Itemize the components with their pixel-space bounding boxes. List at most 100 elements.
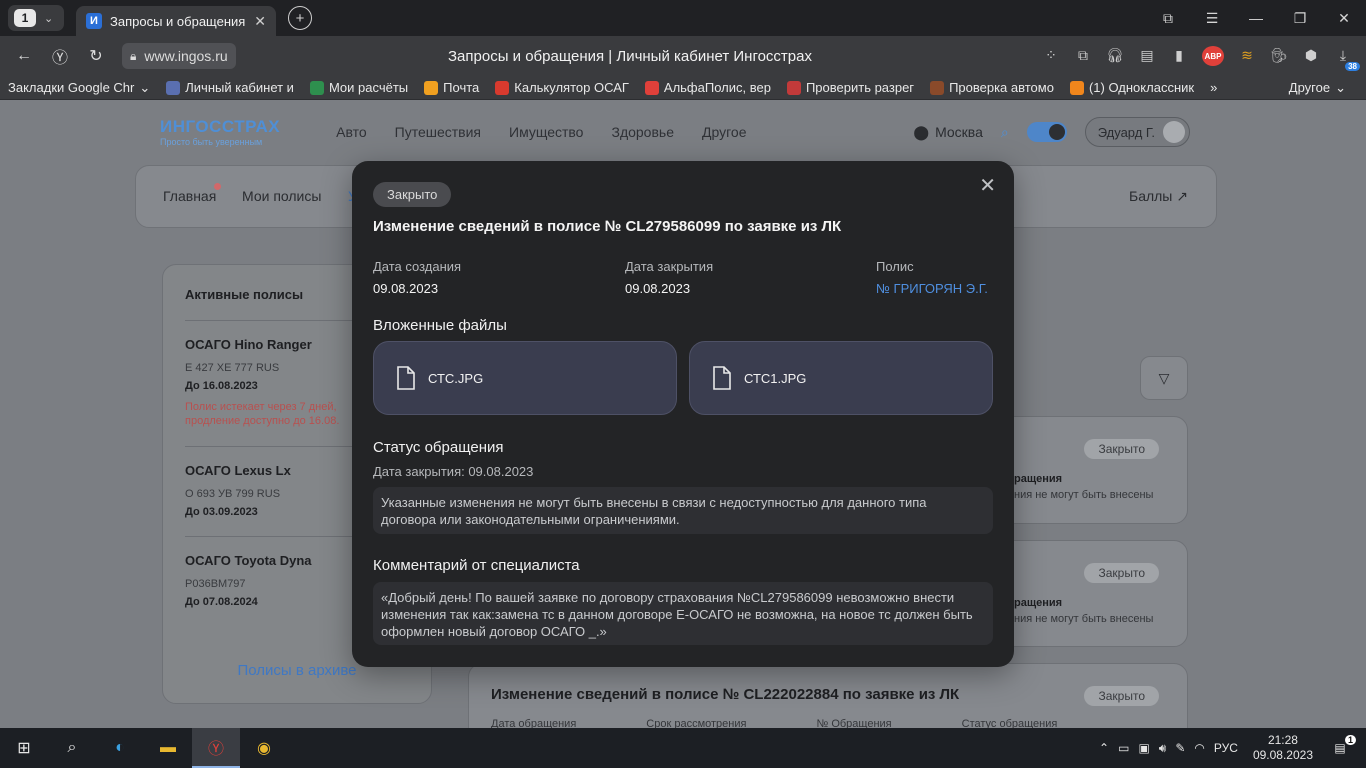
volume-icon[interactable]: 🔊︎ [1159, 741, 1167, 756]
nav-other[interactable]: Другое [702, 124, 746, 140]
yandex-icon[interactable]: Ⓨ [42, 44, 78, 68]
bookmark-favicon-icon [644, 80, 659, 95]
downloads-badge: 38 [1345, 62, 1360, 71]
bookmark-label: Почта [443, 80, 480, 95]
reader-icon[interactable]: ▤ [1138, 47, 1156, 65]
close-tab-icon[interactable]: ✕ [254, 13, 266, 30]
bookmarks-other-label: Другое [1288, 80, 1331, 95]
tab-counter-button[interactable]: 1 ⌄ [8, 5, 64, 31]
clock-time: 21:28 [1267, 733, 1298, 747]
clock[interactable]: 21:28 09.08.2023 [1253, 733, 1313, 763]
attachment-file[interactable]: СТС.JPG [373, 341, 677, 415]
bookmark-item[interactable]: (1) Одноклассник [1062, 80, 1202, 95]
request-card[interactable]: Закрыто Изменение сведений в полисе № CL… [468, 663, 1188, 728]
notification-dot [214, 183, 221, 190]
file-explorer-icon[interactable]: ▬ [144, 728, 192, 768]
header-right: ⬤ Москва ⌕ Эдуард Г. [913, 117, 1190, 147]
camera-icon[interactable]: ▣ [1138, 741, 1149, 755]
close-icon[interactable]: ✕ [979, 176, 996, 196]
bookmark-item[interactable]: АльфаПолис, вер [637, 80, 779, 95]
status-badge: Закрыто [373, 182, 452, 207]
bookmark-item[interactable]: Калькулятор ОСАГ [487, 80, 637, 95]
minimize-icon[interactable]: — [1234, 10, 1278, 26]
nav-auto[interactable]: Авто [336, 124, 367, 140]
file-icon [397, 366, 415, 390]
notifications-badge: 1 [1344, 735, 1356, 745]
headphones-icon[interactable]: 🎧︎ [1106, 47, 1124, 65]
apps-icon[interactable]: ⁘ [1042, 47, 1060, 65]
attachment-file[interactable]: СТС1.JPG [689, 341, 993, 415]
page-title-display: Запросы и обращения | Личный кабинет Инг… [448, 47, 812, 65]
policy-block: Полис № ГРИГОРЯН Э.Г. [876, 259, 988, 296]
closed-block: Дата закрытия 09.08.2023 [625, 259, 713, 296]
close-window-icon[interactable]: ✕ [1322, 10, 1366, 27]
pen-icon[interactable]: ✎ [1175, 741, 1185, 755]
back-arrow-icon[interactable]: ← [6, 47, 42, 65]
window-controls: ⧉ ☰ — ❐ ✕ [1146, 10, 1366, 27]
city-selector[interactable]: ⬤ Москва [913, 124, 982, 141]
audio-wave-icon[interactable]: ≋ [1238, 47, 1256, 65]
windows-start-icon[interactable]: ⊞ [0, 728, 48, 768]
collections-icon[interactable]: ⧉ [1146, 10, 1190, 27]
nav-property[interactable]: Имущество [509, 124, 583, 140]
ingos-logo[interactable]: ИНГОССТРАХ Просто быть уверенным [160, 117, 280, 147]
spy-extension-icon[interactable]: 🕵︎ [1270, 47, 1288, 65]
bookmarks-overflow-button[interactable]: » [1202, 80, 1225, 95]
windows-taskbar: ⊞ ⌕ ◐ ▬ Ⓨ ◉ ⌃ ▭ ▣ 🔊︎ ✎ ◠ РУС 21:28 09.08… [0, 728, 1366, 768]
bookmark-item[interactable]: Проверка автомо [922, 80, 1062, 95]
bookmark-item[interactable]: Закладки Google Chr ⌄ [0, 80, 158, 96]
site-nav: Авто Путешествия Имущество Здоровье Друг… [336, 124, 746, 140]
logo-text: ИНГОССТРАХ [160, 117, 281, 136]
avatar [1163, 121, 1185, 143]
notifications-icon[interactable]: ▤ 1 [1322, 735, 1358, 755]
subnav-points[interactable]: Баллы ↗ [1129, 188, 1188, 205]
language-indicator[interactable]: РУС [1214, 741, 1238, 755]
chrome-icon[interactable]: ◉ [240, 728, 288, 768]
battery-icon[interactable]: ▭ [1118, 741, 1129, 755]
search-icon[interactable]: ⌕ [48, 728, 96, 768]
city-name: Москва [935, 124, 983, 140]
url-field[interactable]: 🔒︎ www.ingos.ru [122, 43, 236, 69]
created-block: Дата создания 09.08.2023 [373, 259, 461, 296]
edge-browser-icon[interactable]: ◐ [96, 728, 144, 768]
browser-tab[interactable]: И Запросы и обращения ✕ [76, 6, 276, 36]
wifi-icon[interactable]: ◠ [1194, 741, 1204, 755]
bookmark-favicon-icon [786, 80, 801, 95]
user-menu-button[interactable]: Эдуард Г. [1084, 117, 1190, 147]
bookmark-item[interactable]: Личный кабинет и [158, 80, 302, 95]
chevron-down-icon: ⌄ [44, 12, 54, 25]
theme-toggle[interactable] [1026, 122, 1067, 142]
policy-link[interactable]: № ГРИГОРЯН Э.Г. [876, 281, 988, 296]
bookmark-icon[interactable]: ▮ [1170, 47, 1188, 65]
chevron-down-icon: ⌄ [139, 79, 151, 95]
bookmarks-other-folder[interactable]: Другое ⌄ [1281, 80, 1366, 96]
bookmark-item[interactable]: Проверить разрег [779, 80, 922, 95]
external-link-icon: ↗ [1176, 188, 1188, 204]
downloads-icon[interactable]: ⤓ 38 [1334, 47, 1360, 71]
request-snippet-label: ращения [1014, 597, 1063, 609]
subnav-policies[interactable]: Мои полисы [242, 188, 321, 204]
nav-travel[interactable]: Путешествия [395, 124, 481, 140]
clock-date: 09.08.2023 [1252, 748, 1313, 762]
bookmarks-bar: Закладки Google Chr ⌄ Личный кабинет и Мои … [0, 76, 1366, 100]
filter-button[interactable]: ▽ [1140, 356, 1188, 400]
nav-health[interactable]: Здоровье [611, 124, 674, 140]
menu-icon[interactable]: ☰ [1190, 10, 1234, 27]
search-icon[interactable]: ⌕ [1001, 124, 1009, 141]
bookmark-label: Мои расчёты [328, 80, 409, 95]
site-header: ИНГОССТРАХ Просто быть уверенным Авто Пу… [160, 100, 1190, 164]
yandex-browser-icon[interactable]: Ⓨ [192, 728, 240, 768]
tabs-icon[interactable]: ⧉ [1074, 47, 1092, 65]
status-badge: Закрыто [1084, 686, 1159, 706]
bookmark-item[interactable]: Почта [416, 80, 487, 95]
new-tab-button[interactable]: + [288, 6, 312, 30]
subnav-home[interactable]: Главная [163, 188, 216, 204]
chevron-up-icon[interactable]: ⌃ [1099, 741, 1109, 755]
bookmark-item[interactable]: Мои расчёты [302, 80, 416, 95]
shield-extension-icon[interactable]: ⬢ [1302, 47, 1320, 65]
bookmark-label: Проверка автомо [949, 80, 1054, 95]
adblock-icon[interactable]: ABP [1202, 46, 1224, 66]
restore-icon[interactable]: ❐ [1278, 10, 1322, 27]
reload-icon[interactable]: ↻ [78, 46, 114, 66]
bookmark-favicon-icon [1069, 80, 1084, 95]
